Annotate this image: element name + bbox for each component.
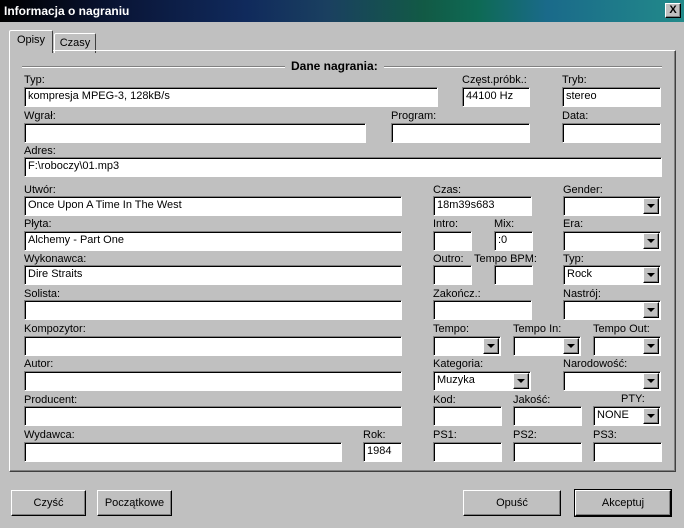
pty-dropdown-button[interactable] — [643, 408, 659, 424]
tempo-bpm-label: Tempo BPM: — [474, 253, 537, 265]
autor-field[interactable] — [24, 371, 402, 391]
program-label: Program: — [391, 110, 437, 122]
mix-field[interactable]: :0 — [494, 231, 533, 251]
outro-label: Outro: — [433, 253, 464, 265]
producent-field[interactable] — [24, 406, 402, 426]
plyta-field[interactable]: Alchemy - Part One — [24, 231, 402, 251]
wgral-label: Wgrał: — [24, 110, 56, 122]
kompozytor-field[interactable] — [24, 336, 402, 356]
tab-opisy[interactable]: Opisy — [9, 30, 53, 53]
data-label: Data: — [562, 110, 589, 122]
nastroj-dropdown-button[interactable] — [643, 302, 659, 318]
czest-label: Częst.próbk.: — [462, 74, 527, 86]
wydawca-label: Wydawca: — [24, 429, 75, 441]
group-title: Dane nagrania: — [285, 59, 384, 73]
tryb-label: Tryb: — [562, 74, 587, 86]
ps1-field[interactable] — [433, 442, 502, 462]
narodowosc-label: Narodowość: — [563, 358, 628, 370]
kompozytor-label: Kompozytor: — [24, 323, 86, 335]
tempo-out-select[interactable] — [593, 336, 661, 356]
ps3-field[interactable] — [593, 442, 662, 462]
zakoncz-label: Zakończ.: — [433, 288, 481, 300]
wydawca-field[interactable] — [24, 442, 342, 462]
typ2-label: Typ: — [563, 253, 584, 265]
era-select[interactable] — [563, 231, 661, 251]
initial-values-button[interactable]: Początkowe — [97, 490, 172, 516]
program-field[interactable] — [391, 123, 530, 143]
adres-label: Adres: — [24, 145, 56, 157]
era-label: Era: — [563, 218, 584, 230]
era-dropdown-button[interactable] — [643, 233, 659, 249]
ps2-field[interactable] — [513, 442, 582, 462]
kod-field[interactable] — [433, 406, 502, 426]
tempo-in-dropdown-button[interactable] — [563, 338, 579, 354]
jakosc-field[interactable] — [513, 406, 582, 426]
clear-button[interactable]: Czyść — [11, 490, 86, 516]
narodowosc-dropdown-button[interactable] — [643, 373, 659, 389]
adres-field[interactable]: F:\roboczy\01.mp3 — [24, 157, 662, 177]
kod-label: Kod: — [433, 394, 456, 406]
solista-label: Solista: — [24, 288, 61, 300]
autor-label: Autor: — [24, 358, 54, 370]
czest-field[interactable]: 44100 Hz — [462, 87, 530, 107]
utwor-field[interactable]: Once Upon A Time In The West — [24, 196, 402, 216]
tempo-select[interactable] — [433, 336, 501, 356]
close-button[interactable]: X — [665, 3, 681, 18]
ps1-label: PS1: — [433, 429, 457, 441]
tempo-dropdown-button[interactable] — [483, 338, 499, 354]
window-title: Informacja o nagraniu — [4, 4, 130, 18]
gender-dropdown-button[interactable] — [643, 198, 659, 214]
typ2-value: Rock — [567, 268, 593, 280]
mix-label: Mix: — [494, 218, 515, 230]
tab-opisy-label: Opisy — [16, 34, 46, 46]
cancel-button[interactable]: Opuść — [463, 490, 561, 516]
rok-label: Rok: — [363, 429, 386, 441]
tempo-in-label: Tempo In: — [513, 323, 562, 335]
kategoria-label: Kategoria: — [433, 358, 484, 370]
tryb-field[interactable]: stereo — [562, 87, 661, 107]
typ2-dropdown-button[interactable] — [643, 267, 659, 283]
wgral-field[interactable] — [24, 123, 366, 143]
pty-value: NONE — [597, 409, 629, 421]
gender-label: Gender: — [563, 184, 603, 196]
intro-field[interactable] — [433, 231, 472, 251]
tempo-in-select[interactable] — [513, 336, 581, 356]
tab-czasy-label: Czasy — [59, 37, 91, 49]
solista-field[interactable] — [24, 300, 402, 320]
producent-label: Producent: — [24, 394, 78, 406]
utwor-label: Utwór: — [24, 184, 56, 196]
ps2-label: PS2: — [513, 429, 537, 441]
czas-field[interactable]: 18m39s683 — [433, 196, 532, 216]
plyta-label: Płyta: — [24, 218, 52, 230]
typ-label: Typ: — [24, 74, 45, 86]
tempo-out-label: Tempo Out: — [593, 323, 650, 335]
czas-label: Czas: — [433, 184, 462, 196]
typ2-select[interactable]: Rock — [563, 265, 661, 285]
data-field[interactable] — [562, 123, 661, 143]
kategoria-value: Muzyka — [437, 374, 475, 386]
tempo-label: Tempo: — [433, 323, 470, 335]
wykonawca-label: Wykonawca: — [24, 253, 87, 265]
narodowosc-select[interactable] — [563, 371, 661, 391]
rok-field[interactable]: 1984 — [363, 442, 402, 462]
typ-field[interactable]: kompresja MPEG-3, 128kB/s — [24, 87, 438, 107]
gender-select[interactable] — [563, 196, 661, 216]
pty-select[interactable]: NONE — [593, 406, 661, 426]
outro-field[interactable] — [433, 265, 472, 285]
pty-label: PTY: — [621, 393, 645, 405]
kategoria-dropdown-button[interactable] — [513, 373, 529, 389]
intro-label: Intro: — [433, 218, 459, 230]
tempo-out-dropdown-button[interactable] — [643, 338, 659, 354]
nastroj-select[interactable] — [563, 300, 661, 320]
title-bar[interactable]: Informacja o nagraniu X — [0, 0, 684, 22]
nastroj-label: Nastrój: — [563, 288, 601, 300]
accept-button[interactable]: Akceptuj — [574, 489, 672, 517]
kategoria-select[interactable]: Muzyka — [433, 371, 531, 391]
tempo-bpm-field[interactable] — [494, 265, 533, 285]
wykonawca-field[interactable]: Dire Straits — [24, 265, 402, 285]
zakoncz-field[interactable] — [433, 300, 532, 320]
ps3-label: PS3: — [593, 429, 617, 441]
jakosc-label: Jakość: — [513, 394, 551, 406]
